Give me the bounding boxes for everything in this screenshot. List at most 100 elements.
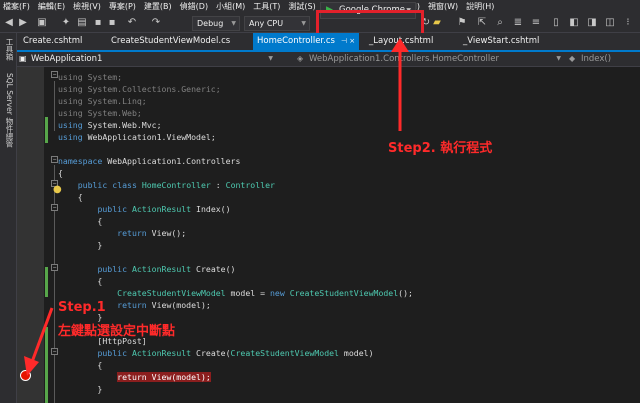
change-indicator bbox=[45, 267, 48, 297]
menu-item[interactable]: 說明(H) bbox=[462, 0, 498, 13]
code-line: { bbox=[58, 168, 63, 178]
toolbox-icon[interactable]: ▣ bbox=[36, 17, 48, 29]
project-label: WebApplication1 bbox=[31, 54, 103, 64]
search-icon[interactable]: ⌕ bbox=[494, 17, 506, 29]
tab-viewstart-cshtml[interactable]: _ViewStart.cshtml bbox=[459, 33, 543, 50]
fold-guide bbox=[54, 81, 55, 131]
chevron-down-icon: ▼ bbox=[556, 55, 561, 62]
code-area[interactable]: − − − − − − using System; using System.Co… bbox=[44, 67, 640, 403]
tool-strip: 工具箱 SQL Server 物件總管 bbox=[0, 33, 17, 403]
change-indicator bbox=[45, 117, 48, 143]
folder-icon[interactable]: ▰ bbox=[430, 17, 444, 29]
tab-label: HomeController.cs bbox=[257, 36, 335, 46]
step2-annotation: Step2. 執行程式 bbox=[388, 141, 493, 156]
bookmark-icon[interactable]: ⚑ bbox=[456, 17, 468, 29]
back-icon[interactable]: ◀ bbox=[3, 17, 15, 29]
menu-item[interactable]: 工具(T) bbox=[249, 0, 284, 13]
platform-dropdown[interactable]: Any CPU ▼ bbox=[244, 16, 310, 31]
code-line: namespace WebApplication1.Controllers bbox=[58, 156, 241, 166]
chevron-down-icon: ▼ bbox=[301, 20, 306, 27]
more-icon[interactable]: ⁝ bbox=[622, 17, 634, 29]
type-label: WebApplication1.Controllers.HomeControll… bbox=[309, 54, 499, 64]
tab-layout-cshtml[interactable]: _Layout.cshtml bbox=[365, 33, 437, 50]
bookmark-toggle-icon[interactable]: ▯ bbox=[550, 17, 562, 29]
step1-annotation-title: Step.1 bbox=[58, 300, 106, 315]
class-icon: ◈ bbox=[297, 54, 304, 63]
collapse-icon[interactable]: − bbox=[51, 156, 58, 163]
tab-create-cshtml[interactable]: Create.cshtml bbox=[19, 33, 86, 50]
member-dropdown[interactable]: ◆ Index() bbox=[567, 52, 640, 66]
code-line: { bbox=[58, 216, 103, 226]
code-line: using System.Collections.Generic; bbox=[58, 84, 221, 94]
menu-item[interactable]: 視窗(W) bbox=[424, 0, 462, 13]
project-icon: ▣ bbox=[19, 54, 27, 63]
menu-item[interactable]: 專案(P) bbox=[105, 0, 140, 13]
change-indicator bbox=[45, 327, 48, 403]
code-line: using System.Linq; bbox=[58, 96, 147, 106]
code-line: public ActionResult Create() bbox=[97, 264, 236, 274]
redo-icon[interactable]: ↷ bbox=[150, 17, 162, 29]
comment-icon[interactable]: ≡ bbox=[530, 17, 542, 29]
menu-item[interactable]: 偵錯(D) bbox=[176, 0, 212, 13]
code-editor[interactable]: − − − − − − using System; using System.Co… bbox=[17, 67, 640, 403]
code-line: public ActionResult Create(CreateStudent… bbox=[97, 348, 374, 358]
close-icon[interactable]: ⊣ × bbox=[341, 37, 355, 45]
document-tabs: Create.cshtml CreateStudentViewModel.cs … bbox=[17, 33, 640, 52]
tab-label: _Layout.cshtml bbox=[369, 36, 434, 46]
code-line: CreateStudentViewModel model = new Creat… bbox=[117, 288, 413, 298]
code-line: return View(); bbox=[117, 228, 187, 238]
forward-icon[interactable]: ▶ bbox=[17, 17, 29, 29]
code-line: using System.Web; bbox=[58, 108, 142, 118]
menu-item[interactable]: 編輯(E) bbox=[34, 0, 69, 13]
breakpoint-gutter[interactable] bbox=[17, 67, 44, 403]
tab-create-student-viewmodel[interactable]: CreateStudentViewModel.cs bbox=[107, 33, 234, 50]
menu-item[interactable]: 測試(S) bbox=[284, 0, 319, 13]
undo-icon[interactable]: ↶ bbox=[126, 17, 138, 29]
open-file-icon[interactable]: ▤ bbox=[76, 17, 88, 29]
chevron-down-icon: ▼ bbox=[268, 55, 273, 62]
type-dropdown[interactable]: ◈ WebApplication1.Controllers.HomeContro… bbox=[295, 52, 563, 66]
configuration-dropdown[interactable]: Debug ▼ bbox=[192, 16, 240, 31]
navigation-bar: ▣ WebApplication1 ▼ ◈ WebApplication1.Co… bbox=[17, 52, 640, 67]
sql-server-explorer-tab[interactable]: SQL Server 物件總管 bbox=[4, 73, 14, 147]
collapse-icon[interactable]: − bbox=[51, 264, 58, 271]
menu-item[interactable]: 小組(M) bbox=[212, 0, 249, 13]
code-line: public class HomeController : Controller bbox=[77, 180, 275, 190]
breakpoint-marker[interactable] bbox=[20, 370, 31, 381]
tab-label: Create.cshtml bbox=[23, 36, 83, 46]
bookmark-clear-icon[interactable]: ◫ bbox=[604, 17, 616, 29]
code-line: { bbox=[58, 360, 103, 370]
navigate-icon[interactable]: ⇱ bbox=[476, 17, 488, 29]
menu-item[interactable]: 建置(B) bbox=[140, 0, 176, 13]
tab-home-controller[interactable]: HomeController.cs ⊣ × bbox=[253, 33, 360, 50]
chevron-down-icon: ▼ bbox=[231, 20, 236, 27]
project-dropdown[interactable]: ▣ WebApplication1 ▼ bbox=[17, 52, 287, 66]
new-project-icon[interactable]: ✦ bbox=[60, 17, 72, 29]
platform-label: Any CPU bbox=[249, 19, 284, 28]
code-line: } bbox=[58, 384, 103, 394]
tab-label: CreateStudentViewModel.cs bbox=[111, 36, 231, 46]
save-icon[interactable]: ▪ bbox=[92, 17, 104, 29]
menu-item[interactable]: 檔案(F) bbox=[0, 0, 34, 13]
member-label: Index() bbox=[581, 54, 612, 64]
code-line: } bbox=[58, 240, 103, 250]
step1-annotation-description: 左鍵點選設定中斷點 bbox=[58, 324, 176, 339]
collapse-icon[interactable]: − bbox=[51, 204, 58, 211]
code-line: using WebApplication1.ViewModel; bbox=[58, 132, 216, 142]
menu-item[interactable]: 檢視(V) bbox=[69, 0, 105, 13]
save-all-icon[interactable]: ▪ bbox=[106, 17, 118, 29]
indent-icon[interactable]: ≣ bbox=[512, 17, 524, 29]
lightbulb-icon[interactable]: ● bbox=[53, 184, 62, 195]
tab-label: _ViewStart.cshtml bbox=[463, 36, 540, 46]
bookmark-prev-icon[interactable]: ◧ bbox=[568, 17, 580, 29]
configuration-label: Debug bbox=[197, 19, 224, 28]
code-line: using System.Web.Mvc; bbox=[58, 120, 162, 130]
fold-guide bbox=[54, 165, 55, 403]
bookmark-next-icon[interactable]: ◨ bbox=[586, 17, 598, 29]
code-line: public ActionResult Index() bbox=[97, 204, 231, 214]
code-line: { bbox=[58, 276, 103, 286]
code-line: return View(model); bbox=[117, 372, 211, 382]
collapse-icon[interactable]: − bbox=[51, 348, 58, 355]
collapse-icon[interactable]: − bbox=[51, 71, 58, 78]
toolbox-tab[interactable]: 工具箱 bbox=[4, 38, 14, 61]
